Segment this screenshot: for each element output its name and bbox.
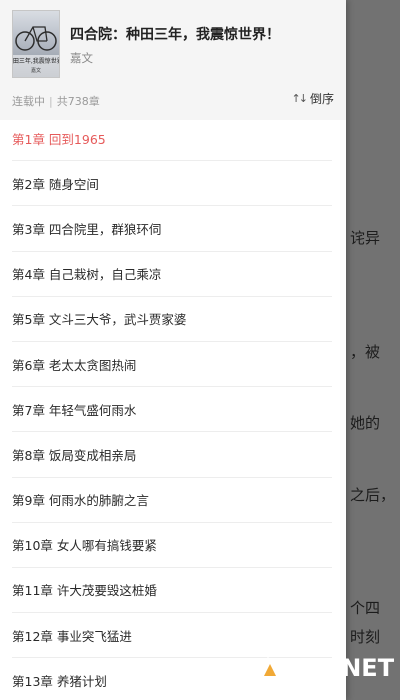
book-status-line: 连载中 | 共738章 <box>12 95 100 108</box>
watermark-logo: 962.NET 乐游网 <box>254 646 395 696</box>
serial-status: 连载中 <box>12 95 45 108</box>
chapter-item[interactable]: 第6章 老太太贪图热闹 <box>12 342 332 388</box>
chapter-item[interactable]: 第4章 自己栽树，自己乘凉 <box>12 252 332 297</box>
book-cover[interactable]: 种田三年,我震惊世界! 嘉文 <box>12 10 60 78</box>
book-author: 嘉文 <box>70 51 93 65</box>
chapter-drawer: 种田三年,我震惊世界! 嘉文 四合院：种田三年，我震惊世界！ 嘉文 连载中|共7… <box>0 0 346 700</box>
chapter-item[interactable]: 第9章 何雨水的肺腑之言 <box>12 478 332 523</box>
drawer-header: 种田三年,我震惊世界! 嘉文 四合院：种田三年，我震惊世界！ 嘉文 连载中|共7… <box>0 0 346 120</box>
reader-text-fragment: 之后， <box>350 486 396 504</box>
sort-icon: ↑↓ <box>291 92 309 105</box>
reader-text-fragment: 诧异 <box>350 229 381 247</box>
svg-text:乐游网: 乐游网 <box>284 680 323 696</box>
chapter-item[interactable]: 第2章 随身空间 <box>12 161 332 207</box>
chapter-item[interactable]: 第3章 四合院里，群狼环伺 <box>12 206 332 252</box>
reverse-sort-button[interactable]: ↑↓ 倒序 <box>292 90 334 107</box>
svg-text:种田三年,我震惊世界!: 种田三年,我震惊世界! <box>13 57 59 65</box>
book-title: 四合院：种田三年，我震惊世界！ <box>70 27 280 43</box>
reader-text-fragment: 个四 <box>350 599 381 617</box>
svg-text:962.NET: 962.NET <box>282 654 394 682</box>
reader-text-fragment: 时刻 <box>350 628 381 646</box>
svg-text:嘉文: 嘉文 <box>31 67 41 74</box>
reader-text-fragment: 她的 <box>350 414 381 432</box>
sort-label: 倒序 <box>309 92 334 106</box>
chapter-item[interactable]: 第5章 文斗三大爷，武斗贾家婆 <box>12 297 332 342</box>
chapter-count: 共738章 <box>56 95 100 108</box>
chapter-item[interactable]: 第11章 许大茂要毁这桩婚 <box>12 568 332 614</box>
reader-text-fragment: ，被 <box>350 343 381 361</box>
chapter-item-current[interactable]: 第1章 回到1965 <box>12 116 332 162</box>
chapter-item[interactable]: 第10章 女人哪有搞钱要紧 <box>12 523 332 568</box>
chapter-list: 第1章 回到1965 第2章 随身空间 第3章 四合院里，群狼环伺 第4章 自己… <box>0 116 346 700</box>
chapter-item[interactable]: 第8章 饭局变成相亲局 <box>12 432 332 478</box>
chapter-item[interactable]: 第7章 年轻气盛何雨水 <box>12 387 332 433</box>
